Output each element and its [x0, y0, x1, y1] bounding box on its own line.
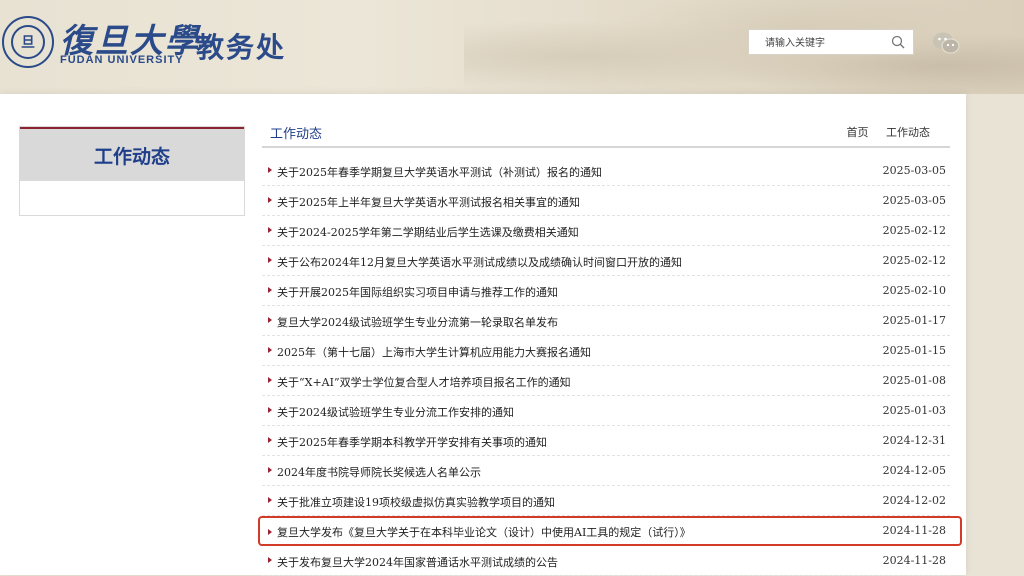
item-date: 2025-02-12	[882, 224, 946, 237]
arrow-right-icon	[268, 467, 272, 473]
list-item[interactable]: 2025年（第十七届）上海市大学生计算机应用能力大赛报名通知 2025-01-15	[262, 336, 950, 366]
item-title[interactable]: 关于2025年春季学期复旦大学英语水平测试（补测试）报名的通知	[277, 164, 602, 180]
list-item[interactable]: 关于公布2024年12月复旦大学英语水平测试成绩以及成绩确认时间窗口开放的通知 2…	[262, 246, 950, 276]
search-box	[748, 29, 914, 56]
item-date: 2024-12-02	[882, 494, 946, 507]
item-date: 2024-12-05	[882, 464, 946, 477]
arrow-right-icon	[268, 347, 272, 353]
item-title[interactable]: 关于开展2025年国际组织实习项目申请与推荐工作的通知	[277, 284, 558, 300]
content-title: 工作动态	[270, 127, 323, 142]
item-date: 2025-01-17	[882, 314, 946, 327]
arrow-right-icon	[268, 437, 272, 443]
item-title[interactable]: 关于公布2024年12月复旦大学英语水平测试成绩以及成绩确认时间窗口开放的通知	[277, 254, 682, 270]
item-title[interactable]: 关于“X+AI”双学士学位复合型人才培养项目报名工作的通知	[277, 374, 571, 390]
arrow-right-icon	[268, 557, 272, 563]
arrow-right-icon	[268, 167, 272, 173]
list-item[interactable]: 关于2024-2025学年第二学期结业后学生选课及缴费相关通知 2025-02-1…	[262, 216, 950, 246]
item-date: 2025-02-10	[882, 284, 946, 297]
item-date: 2025-03-05	[882, 194, 946, 207]
list-item[interactable]: 2024年度书院导师院长奖候选人名单公示 2024-12-05	[262, 456, 950, 486]
item-title[interactable]: 关于2024-2025学年第二学期结业后学生选课及缴费相关通知	[277, 224, 579, 240]
university-seal-logo[interactable]: 旦	[2, 16, 54, 68]
item-date: 2024-11-28	[882, 524, 946, 537]
seal-center: 旦	[11, 25, 45, 59]
item-date: 2025-02-12	[882, 254, 946, 267]
sidebar-title-box: 工作动态	[20, 127, 244, 181]
sidebar: 工作动态	[19, 126, 245, 216]
item-date: 2025-01-03	[882, 404, 946, 417]
list-item[interactable]: 关于2025年春季学期本科教学开学安排有关事项的通知 2024-12-31	[262, 426, 950, 456]
breadcrumb: 首页 工作动态	[833, 124, 931, 140]
arrow-right-icon	[268, 529, 272, 535]
item-date: 2025-01-15	[882, 344, 946, 357]
department-title[interactable]: 教务处	[196, 26, 286, 66]
item-title[interactable]: 复旦大学发布《复旦大学关于在本科毕业论文（设计）中使用AI工具的规定（试行）》	[277, 524, 691, 540]
item-title[interactable]: 2024年度书院导师院长奖候选人名单公示	[277, 464, 481, 480]
item-title[interactable]: 2025年（第十七届）上海市大学生计算机应用能力大赛报名通知	[277, 344, 591, 360]
list-item[interactable]: 关于批准立项建设19项校级虚拟仿真实验教学项目的通知 2024-12-02	[262, 486, 950, 516]
item-date: 2024-12-31	[882, 434, 946, 447]
breadcrumb-current[interactable]: 工作动态	[886, 126, 930, 139]
item-title[interactable]: 关于批准立项建设19项校级虚拟仿真实验教学项目的通知	[277, 494, 555, 510]
university-name-en: FUDAN UNIVERSITY	[60, 54, 184, 66]
item-title[interactable]: 关于2024级试验班学生专业分流工作安排的通知	[277, 404, 514, 420]
search-icon[interactable]	[891, 35, 905, 49]
arrow-right-icon	[268, 227, 272, 233]
item-title[interactable]: 关于2025年上半年复旦大学英语水平测试报名相关事宜的通知	[277, 194, 580, 210]
arrow-right-icon	[268, 287, 272, 293]
list-item[interactable]: 关于发布复旦大学2024年国家普通话水平测试成绩的公告 2024-11-28	[262, 546, 950, 576]
content-header: 工作动态 首页 工作动态	[262, 118, 950, 148]
list-item[interactable]: 关于“X+AI”双学士学位复合型人才培养项目报名工作的通知 2025-01-08	[262, 366, 950, 396]
item-date: 2024-11-28	[882, 554, 946, 567]
list-item[interactable]: 关于2025年上半年复旦大学英语水平测试报名相关事宜的通知 2025-03-05	[262, 186, 950, 216]
wechat-icon[interactable]	[932, 30, 960, 56]
item-date: 2025-03-05	[882, 164, 946, 177]
arrow-right-icon	[268, 407, 272, 413]
list-item[interactable]: 复旦大学2024级试验班学生专业分流第一轮录取名单发布 2025-01-17	[262, 306, 950, 336]
arrow-right-icon	[268, 497, 272, 503]
item-title[interactable]: 复旦大学2024级试验班学生专业分流第一轮录取名单发布	[277, 314, 558, 330]
list-item-highlighted[interactable]: 复旦大学发布《复旦大学关于在本科毕业论文（设计）中使用AI工具的规定（试行）》 2…	[258, 516, 962, 546]
site-header: 旦 復旦大學 FUDAN UNIVERSITY 教务处	[0, 0, 1024, 94]
arrow-right-icon	[268, 377, 272, 383]
breadcrumb-home[interactable]: 首页	[847, 126, 869, 139]
sidebar-title: 工作动态	[93, 145, 170, 168]
list-item[interactable]: 关于2024级试验班学生专业分流工作安排的通知 2025-01-03	[262, 396, 950, 426]
arrow-right-icon	[268, 197, 272, 203]
list-item[interactable]: 关于2025年春季学期复旦大学英语水平测试（补测试）报名的通知 2025-03-0…	[262, 156, 950, 186]
news-list: 关于2025年春季学期复旦大学英语水平测试（补测试）报名的通知 2025-03-0…	[258, 156, 962, 576]
arrow-right-icon	[268, 257, 272, 263]
item-title[interactable]: 关于发布复旦大学2024年国家普通话水平测试成绩的公告	[277, 554, 558, 570]
arrow-right-icon	[268, 317, 272, 323]
list-item[interactable]: 关于开展2025年国际组织实习项目申请与推荐工作的通知 2025-02-10	[262, 276, 950, 306]
search-input[interactable]	[749, 30, 903, 56]
item-date: 2025-01-08	[882, 374, 946, 387]
item-title[interactable]: 关于2025年春季学期本科教学开学安排有关事项的通知	[277, 434, 547, 450]
